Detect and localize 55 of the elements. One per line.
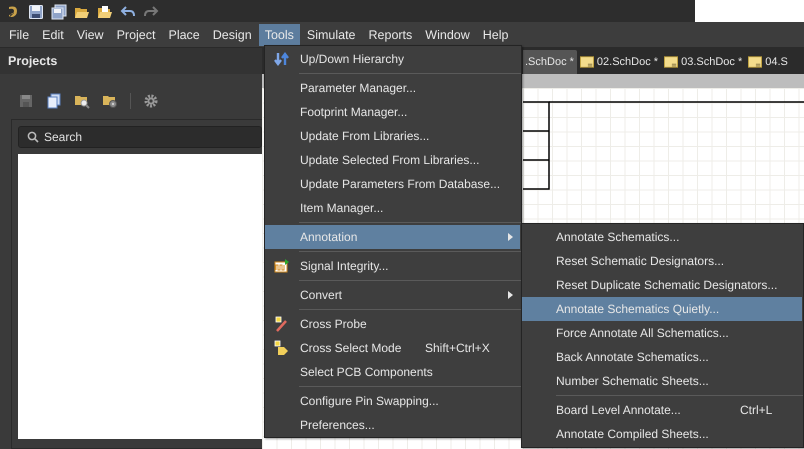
sheet-icon: [748, 56, 762, 68]
menu-item[interactable]: Annotate Compiled Sheets...: [522, 422, 802, 446]
menu-item[interactable]: Tools: [258, 24, 300, 46]
menu-item[interactable]: Convert: [265, 283, 520, 307]
menu-item[interactable]: Annotate Schematics...: [522, 225, 802, 249]
menu-item[interactable]: Up/Down Hierarchy: [265, 47, 520, 71]
waveform-icon: [274, 258, 290, 274]
menu-item[interactable]: Cross Probe: [265, 312, 520, 336]
menu-item[interactable]: Update Selected From Libraries...: [265, 148, 520, 172]
menu-item[interactable]: Update From Libraries...: [265, 124, 520, 148]
menu-item[interactable]: Edit: [36, 24, 70, 46]
menu-item[interactable]: Configure Pin Swapping...: [265, 389, 520, 413]
document-tab[interactable]: .SchDoc *: [523, 50, 577, 74]
sheet-icon: [580, 56, 594, 68]
select-icon: [274, 340, 290, 356]
document-tab[interactable]: 04.S: [745, 50, 788, 74]
menu-item[interactable]: Update Parameters From Database...: [265, 172, 520, 196]
menu-item[interactable]: Force Annotate All Schematics...: [522, 321, 802, 345]
menu-item[interactable]: Simulate: [300, 24, 362, 46]
folder-search-icon[interactable]: [74, 93, 90, 109]
menu-item[interactable]: Window: [419, 24, 476, 46]
document-tab[interactable]: 02.SchDoc *: [576, 50, 662, 74]
menu-item[interactable]: Signal Integrity...: [265, 254, 520, 278]
probe-icon: [274, 316, 290, 332]
menu-item[interactable]: File: [3, 24, 36, 46]
panel-title: Projects: [8, 54, 58, 68]
folder-gear-icon[interactable]: [102, 93, 118, 109]
settings-icon[interactable]: [143, 93, 159, 109]
menu-item[interactable]: Preferences...: [265, 413, 520, 437]
up-down-arrows-icon: [274, 51, 290, 67]
menu-item[interactable]: Cross Select Mode Shift+Ctrl+X: [265, 336, 520, 360]
menu-item[interactable]: Reports: [362, 24, 418, 46]
folder-document-icon[interactable]: [97, 4, 113, 20]
shortcut-label: Shift+Ctrl+X: [425, 341, 490, 355]
search-icon: [27, 131, 39, 143]
menu-item[interactable]: Project: [110, 24, 162, 46]
menu-item[interactable]: Board Level Annotate... Ctrl+L: [522, 398, 802, 422]
menu-item[interactable]: Footprint Manager...: [265, 100, 520, 124]
search-field[interactable]: Search: [18, 126, 262, 148]
menu-item[interactable]: Reset Schematic Designators...: [522, 249, 802, 273]
menu-item[interactable]: Reset Duplicate Schematic Designators...: [522, 273, 802, 297]
menu-item[interactable]: View: [70, 24, 110, 46]
menu-item[interactable]: Item Manager...: [265, 196, 520, 220]
document-tab[interactable]: 03.SchDoc *: [661, 50, 746, 74]
menu-item[interactable]: Number Schematic Sheets...: [522, 369, 802, 393]
sheet-icon: [664, 56, 678, 68]
menu-item[interactable]: Help: [476, 24, 514, 46]
menu-item[interactable]: Back Annotate Schematics...: [522, 345, 802, 369]
menu-item[interactable]: Parameter Manager...: [265, 76, 520, 100]
menu-item[interactable]: Select PCB Components: [265, 360, 520, 384]
documents-icon[interactable]: [46, 93, 62, 109]
shortcut-label: Ctrl+L: [740, 403, 772, 417]
floppy-disks-icon[interactable]: [51, 4, 67, 20]
menu-item[interactable]: Design: [206, 24, 258, 46]
menu-item[interactable]: Place: [162, 24, 206, 46]
